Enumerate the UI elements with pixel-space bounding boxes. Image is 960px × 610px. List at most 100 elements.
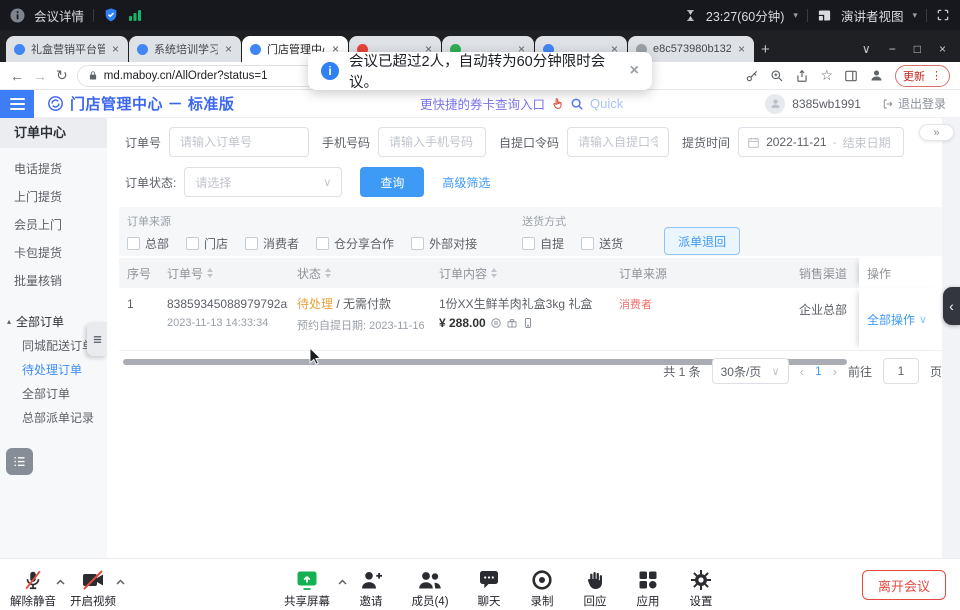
tab-search-icon[interactable]: ∨: [862, 42, 871, 56]
toast-close-icon[interactable]: ×: [630, 62, 639, 80]
zoom-icon[interactable]: [770, 69, 784, 83]
search-button[interactable]: 查询: [360, 167, 424, 197]
all-actions-dropdown[interactable]: 全部操作 ∨: [867, 311, 927, 328]
quick-label[interactable]: Quick: [590, 96, 623, 111]
checkbox-source-hq[interactable]: 总部: [127, 235, 169, 252]
checkbox-icon[interactable]: [411, 237, 424, 250]
order-status-select[interactable]: 请选择 ∨: [184, 167, 342, 197]
checkbox-source-external[interactable]: 外部对接: [411, 235, 477, 252]
invite-button[interactable]: 邀请: [351, 566, 391, 609]
bookmark-star-icon[interactable]: ☆: [820, 67, 833, 84]
page-number[interactable]: 1: [815, 364, 822, 378]
order-source-label: 订单来源: [127, 213, 494, 229]
network-signal-icon[interactable]: [128, 8, 142, 22]
sidebar-item-pending-orders[interactable]: 待处理订单: [0, 358, 107, 382]
checkbox-source-warehouse[interactable]: 仓分享合作: [316, 235, 394, 252]
phone-input[interactable]: [378, 127, 486, 157]
forward-icon[interactable]: →: [33, 68, 47, 84]
share-screen-button[interactable]: 共享屏幕: [276, 566, 338, 609]
back-icon[interactable]: ←: [10, 68, 24, 84]
chat-button[interactable]: 聊天: [469, 566, 509, 609]
meeting-details-button[interactable]: 会议详情: [34, 6, 84, 25]
video-options-icon[interactable]: [116, 573, 125, 588]
tab-close-icon[interactable]: ×: [224, 42, 233, 56]
goto-page-input[interactable]: [883, 358, 919, 384]
expand-filters-button[interactable]: »: [919, 124, 954, 141]
checkbox-icon[interactable]: [245, 237, 258, 250]
view-mode-dropdown[interactable]: 演讲者视图: [841, 6, 904, 25]
tab-close-icon[interactable]: ×: [737, 42, 746, 56]
sidebar-toggle-button[interactable]: [0, 90, 34, 118]
chrome-menu-icon[interactable]: ⋮: [931, 69, 942, 82]
order-no-input[interactable]: [169, 127, 309, 157]
floating-list-button[interactable]: [6, 448, 33, 475]
timer-dropdown-icon[interactable]: ▾: [793, 10, 798, 21]
key-icon[interactable]: [745, 69, 759, 83]
tab-close-icon[interactable]: ×: [111, 42, 120, 56]
prev-page-icon[interactable]: ‹: [800, 364, 804, 379]
share-page-icon[interactable]: [795, 69, 809, 83]
settings-button[interactable]: 设置: [681, 566, 721, 609]
advanced-filter-link[interactable]: 高级筛选: [442, 174, 490, 191]
sidebar-item-card-pickup[interactable]: 卡包提货: [0, 239, 107, 267]
apps-button[interactable]: 应用: [628, 566, 668, 609]
search-magnifier-icon[interactable]: [570, 97, 584, 111]
checkbox-source-store[interactable]: 门店: [186, 235, 228, 252]
side-panel-icon[interactable]: [844, 69, 858, 83]
record-button[interactable]: 录制: [522, 566, 562, 609]
dispatch-return-button[interactable]: 派单退回: [664, 227, 740, 255]
header-status[interactable]: 状态: [289, 265, 431, 282]
unmute-button[interactable]: 解除静音: [10, 566, 56, 609]
phone-label: 手机号码: [322, 134, 370, 151]
page-size-select[interactable]: 30条/页 ∨: [712, 358, 789, 384]
next-page-icon[interactable]: ›: [833, 364, 837, 379]
view-dropdown-icon[interactable]: ▾: [912, 10, 917, 21]
checkbox-icon[interactable]: [127, 237, 140, 250]
checkbox-icon[interactable]: [186, 237, 199, 250]
panel-collapse-handle[interactable]: ‹: [943, 287, 960, 325]
members-button[interactable]: 成员(4): [404, 566, 456, 609]
logout-button[interactable]: 退出登录: [882, 95, 946, 112]
chrome-update-button[interactable]: 更新 ⋮: [895, 65, 950, 87]
sidebar-item-all-orders[interactable]: 全部订单: [0, 382, 107, 406]
checkbox-icon[interactable]: [316, 237, 329, 250]
sidebar-item-member-visit[interactable]: 会员上门: [0, 211, 107, 239]
sidebar-drag-handle[interactable]: [87, 322, 107, 356]
fullscreen-icon[interactable]: [936, 8, 950, 22]
meeting-timer[interactable]: 23:27(60分钟): [706, 6, 785, 25]
mic-options-icon[interactable]: [56, 573, 65, 588]
checkbox-self-pickup[interactable]: 自提: [522, 235, 564, 252]
checkbox-delivery[interactable]: 送货: [581, 235, 623, 252]
sort-icon[interactable]: [207, 268, 213, 278]
sidebar-item-batch-verify[interactable]: 批量核销: [0, 267, 107, 295]
reactions-button[interactable]: 回应: [575, 566, 615, 609]
window-close-button[interactable]: ×: [939, 42, 946, 56]
gear-icon: [689, 566, 713, 592]
start-video-button[interactable]: 开启视频: [70, 566, 116, 609]
sidebar-item-hq-dispatch[interactable]: 总部派单记录: [0, 406, 107, 430]
checkbox-source-consumer[interactable]: 消费者: [245, 235, 299, 252]
new-tab-button[interactable]: +: [761, 41, 770, 58]
window-minimize-button[interactable]: −: [889, 42, 896, 56]
browser-tab[interactable]: 系统培训学习 ×: [129, 36, 241, 62]
order-content: 1份XX生鲜羊肉礼盒3kg 礼盒: [439, 296, 611, 312]
header-order-no[interactable]: 订单号: [159, 265, 289, 282]
reload-icon[interactable]: ↻: [56, 67, 68, 84]
pickup-code-input[interactable]: [567, 127, 669, 157]
leave-meeting-button[interactable]: 离开会议: [862, 570, 946, 600]
quick-entry-link[interactable]: 更快捷的券卡查询入口: [420, 94, 545, 113]
sort-icon[interactable]: [325, 268, 331, 278]
window-maximize-button[interactable]: □: [914, 42, 921, 56]
profile-icon[interactable]: [869, 68, 884, 83]
browser-tab[interactable]: 礼盒营销平台管理中心 ×: [6, 36, 128, 62]
sort-icon[interactable]: [491, 268, 497, 278]
shield-check-icon[interactable]: [103, 7, 119, 23]
sidebar-item-door-pickup[interactable]: 上门提货: [0, 183, 107, 211]
share-options-icon[interactable]: [338, 573, 347, 588]
pickup-date-range[interactable]: 2022-11-21 - 结束日期: [738, 127, 904, 157]
checkbox-icon[interactable]: [581, 237, 594, 250]
lock-icon: [88, 70, 98, 81]
sidebar-item-phone-pickup[interactable]: 电话提货: [0, 155, 107, 183]
header-content[interactable]: 订单内容: [431, 265, 611, 282]
checkbox-icon[interactable]: [522, 237, 535, 250]
